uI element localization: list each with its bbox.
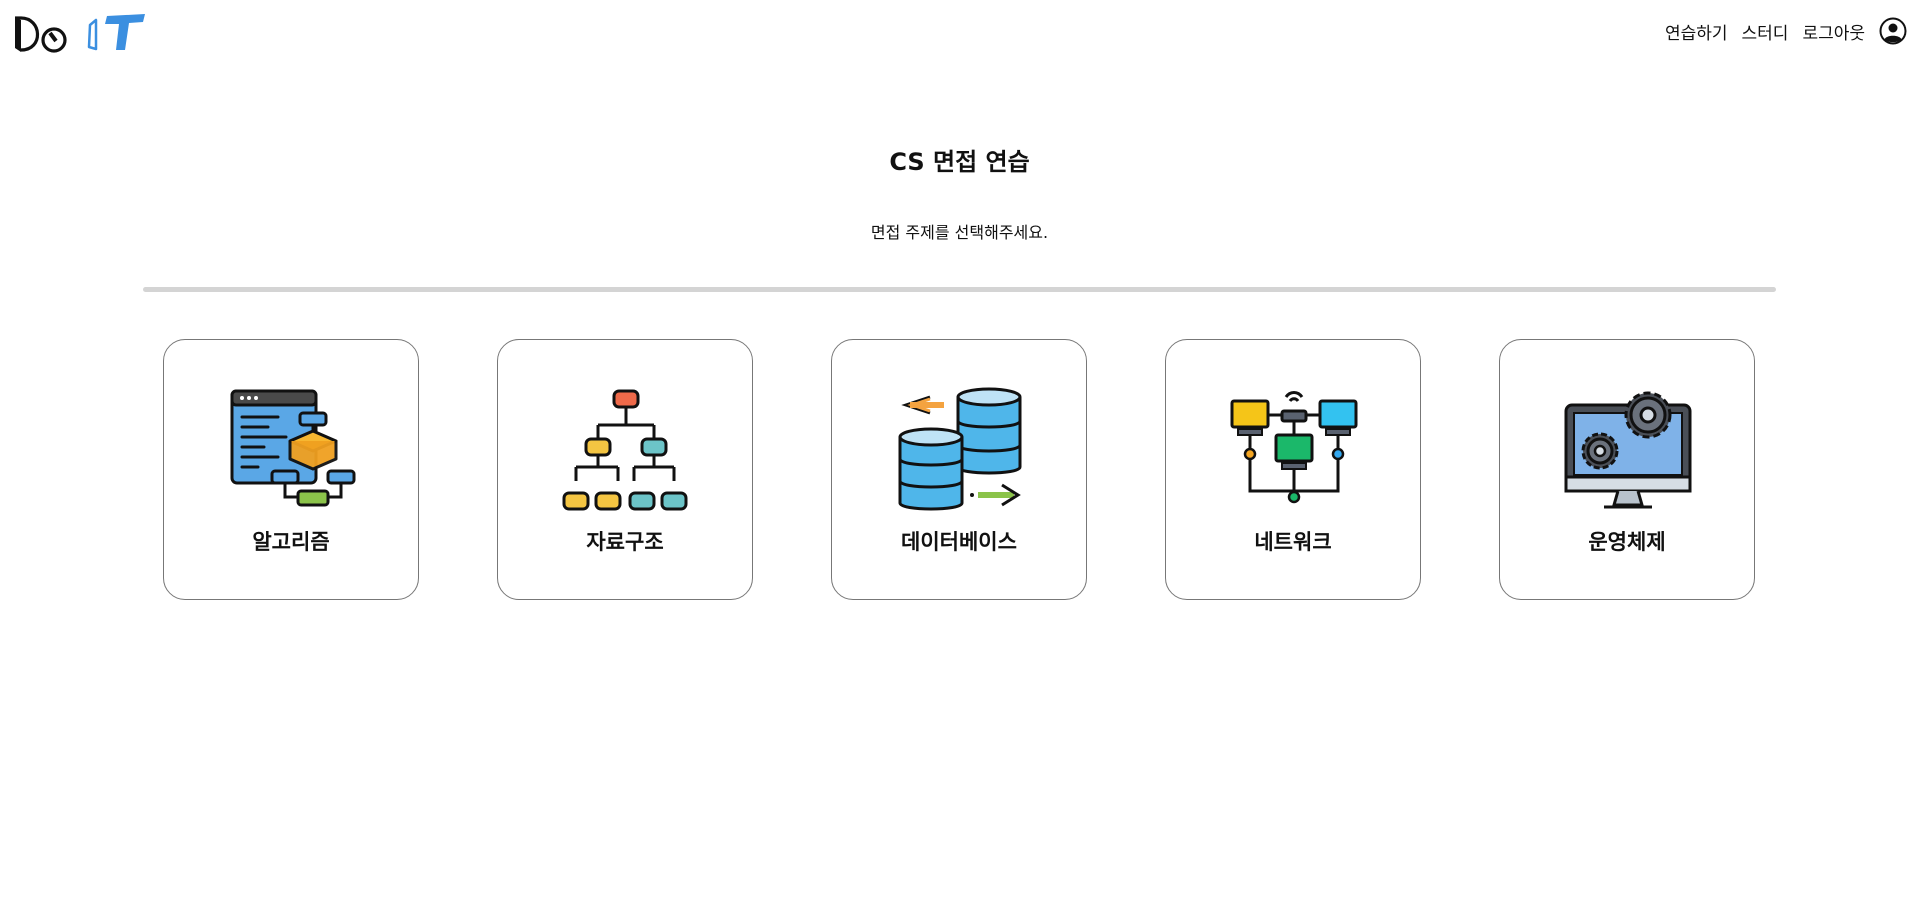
topic-card-network[interactable]: 네트워크: [1165, 339, 1421, 600]
data-structure-tree-icon: [562, 389, 688, 511]
nav-logout-link[interactable]: 로그아웃: [1802, 19, 1865, 44]
page-title: CS 면접 연습: [889, 148, 1030, 176]
topic-card-algorithm[interactable]: 알고리즘: [163, 339, 419, 600]
nav-practice-link[interactable]: 연습하기: [1665, 19, 1728, 44]
top-nav: 연습하기 스터디 로그아웃: [1665, 17, 1907, 45]
page-subtitle: 면접 주제를 선택해주세요.: [870, 223, 1049, 242]
topic-card-operating-system[interactable]: 운영체제: [1499, 339, 1755, 600]
database-icon: [898, 387, 1022, 511]
divider: [143, 287, 1776, 292]
network-icon: [1230, 391, 1358, 504]
logo-icon[interactable]: [12, 12, 172, 54]
operating-system-icon: [1564, 391, 1692, 509]
topic-label: 알고리즘: [252, 530, 330, 554]
topic-card-data-structure[interactable]: 자료구조: [497, 339, 753, 600]
nav-study-link[interactable]: 스터디: [1742, 19, 1789, 44]
topic-card-database[interactable]: 데이터베이스: [831, 339, 1087, 600]
user-profile-icon[interactable]: [1879, 17, 1907, 45]
topic-label: 네트워크: [1254, 530, 1332, 554]
topic-label: 자료구조: [586, 530, 664, 554]
header: 연습하기 스터디 로그아웃: [0, 0, 1919, 64]
topic-label: 데이터베이스: [901, 530, 1017, 554]
topic-label: 운영체제: [1588, 530, 1666, 554]
algorithm-flowchart-icon: [230, 389, 356, 507]
